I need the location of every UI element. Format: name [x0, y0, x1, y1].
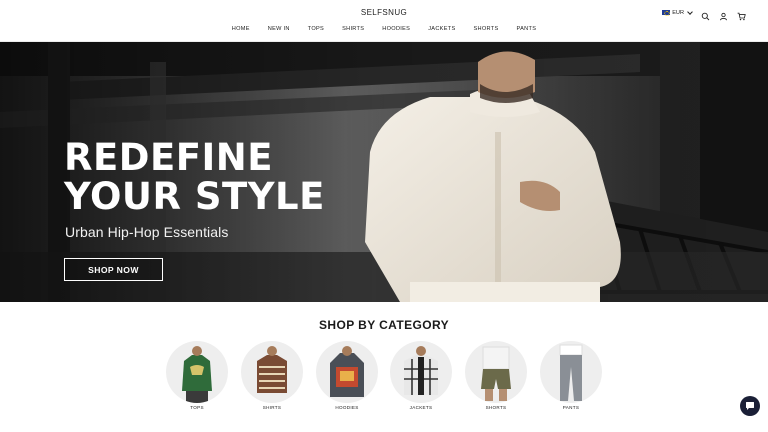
hero-title: REDEFINE YOUR STYLE: [64, 138, 384, 216]
category-pants[interactable]: PANTS: [540, 341, 602, 413]
chat-button[interactable]: [740, 396, 760, 416]
nav-new-in[interactable]: NEW IN: [259, 26, 299, 32]
category-jackets-image: [390, 341, 452, 403]
nav-shorts[interactable]: SHORTS: [464, 26, 507, 32]
category-jackets[interactable]: JACKETS: [390, 341, 452, 413]
nav-home[interactable]: HOME: [223, 26, 259, 32]
category-shorts[interactable]: SHORTS: [465, 341, 527, 413]
site-header: SELFSNUG HOME NEW IN TOPS SHIRTS HOODIES…: [0, 0, 768, 42]
category-pants-image: [540, 341, 602, 403]
hero-banner: REDEFINE YOUR STYLE Urban Hip-Hop Essent…: [0, 42, 768, 302]
category-hoodies[interactable]: HOODIES: [316, 341, 378, 413]
chat-icon: [746, 402, 754, 410]
category-shirts-label: SHIRTS: [262, 405, 282, 410]
hero-title-line-2: YOUR STYLE: [64, 175, 325, 218]
category-shirts-image: [241, 341, 303, 403]
store-logo[interactable]: SELFSNUG: [0, 8, 768, 17]
search-icon[interactable]: [701, 8, 710, 21]
category-list: TOPS SHIRTS HOODIES JACKETS SHORTS PANTS: [166, 341, 606, 411]
main-nav: HOME NEW IN TOPS SHIRTS HOODIES JACKETS …: [0, 26, 768, 32]
cart-icon[interactable]: [737, 8, 746, 21]
header-tools: EUR: [662, 8, 746, 21]
nav-jackets[interactable]: JACKETS: [419, 26, 464, 32]
currency-label: EUR: [672, 9, 684, 16]
category-jackets-label: JACKETS: [409, 405, 433, 410]
account-icon[interactable]: [719, 8, 728, 21]
currency-selector[interactable]: EUR: [662, 8, 693, 16]
nav-shirts[interactable]: SHIRTS: [333, 26, 373, 32]
category-pants-label: PANTS: [562, 405, 580, 410]
chevron-down-icon: [687, 8, 693, 15]
hero-title-line-1: REDEFINE: [64, 136, 274, 179]
category-tops[interactable]: TOPS: [166, 341, 228, 413]
category-shirts[interactable]: SHIRTS: [241, 341, 303, 413]
category-hoodies-image: [316, 341, 378, 403]
nav-hoodies[interactable]: HOODIES: [373, 26, 419, 32]
category-shorts-image: [465, 341, 527, 403]
category-tops-image: [166, 341, 228, 403]
category-hoodies-label: HOODIES: [335, 405, 359, 410]
eu-flag-icon: [662, 10, 671, 16]
hero-subtitle: Urban Hip-Hop Essentials: [65, 224, 229, 240]
category-section-title: SHOP BY CATEGORY: [319, 318, 449, 332]
nav-pants[interactable]: PANTS: [508, 26, 546, 32]
shop-now-button[interactable]: SHOP NOW: [64, 258, 163, 281]
category-tops-label: TOPS: [190, 405, 204, 410]
category-shorts-label: SHORTS: [485, 405, 507, 410]
nav-tops[interactable]: TOPS: [299, 26, 333, 32]
